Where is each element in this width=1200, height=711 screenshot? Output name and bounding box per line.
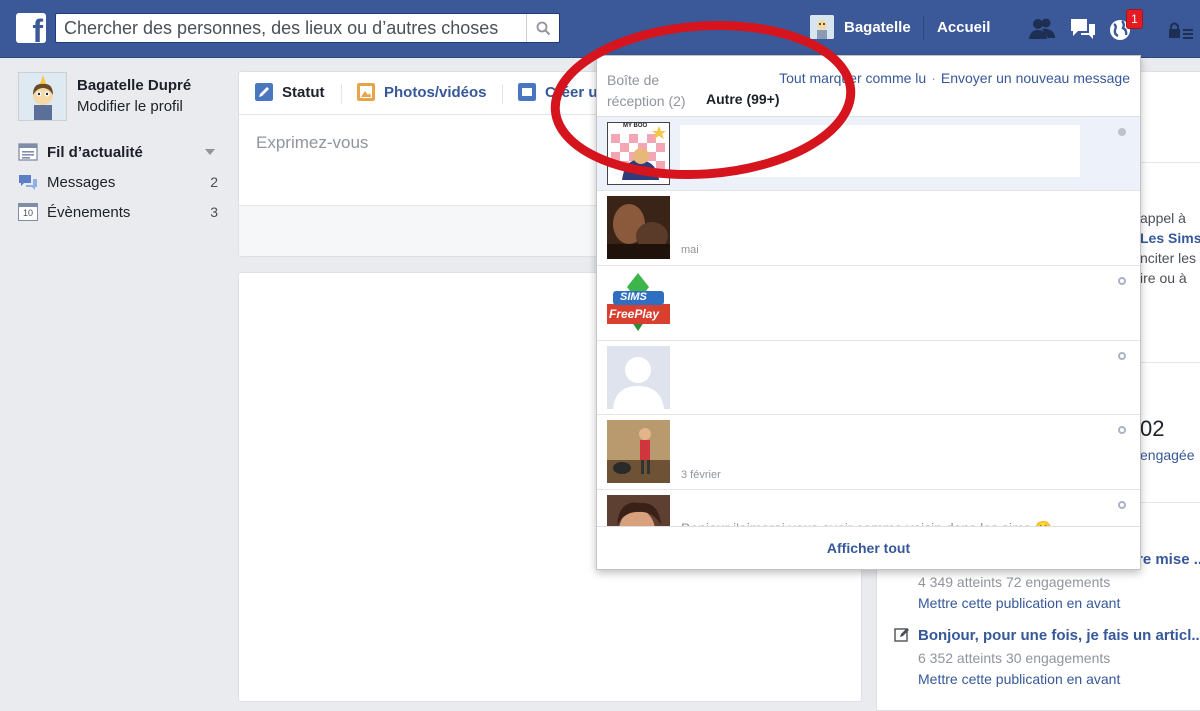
read-dot[interactable] — [1118, 501, 1126, 509]
sticker-caption: MY BOO — [623, 123, 648, 129]
sidebar-item-label: Messages — [47, 173, 116, 191]
post-stats: 4 349 atteints 72 engagements — [918, 574, 1111, 590]
friend-requests-button[interactable] — [1027, 15, 1057, 43]
top-bar: f Bagatelle Accueil — [0, 0, 1200, 58]
messages-dropdown: Boîte de réception (2) Autre (99+) Tout … — [596, 55, 1141, 570]
message-thread[interactable]: SIMS FreePlay — [597, 266, 1140, 341]
message-time: mai — [681, 244, 699, 256]
sidebar-item-events[interactable]: 10 Évènements 3 — [18, 201, 218, 223]
logo-text: SIMS — [620, 291, 647, 303]
stat-number: 02 — [1140, 416, 1165, 441]
sims-freeplay-logo: SIMS FreePlay — [607, 271, 670, 334]
message-content — [680, 125, 1080, 177]
tab-create[interactable]: Créer u — [518, 83, 598, 101]
sidebar-item-news-feed[interactable]: Fil d’actualité — [18, 141, 218, 163]
mark-all-read-link[interactable]: Tout marquer comme lu — [779, 70, 926, 86]
message-thread[interactable]: mai — [597, 191, 1140, 266]
right-snippet: appel à — [1140, 210, 1186, 226]
messages-icon — [1071, 19, 1095, 39]
message-thread[interactable]: Bonjour j'aimerai vous avoir comme voisi… — [597, 490, 1140, 528]
messages-icon — [19, 175, 37, 190]
search-box — [55, 13, 560, 43]
message-thread[interactable]: 3 février — [597, 415, 1140, 490]
messages-button[interactable] — [1068, 15, 1098, 43]
tab-inbox[interactable]: Boîte de réception (2) — [607, 70, 687, 112]
chevron-down-icon[interactable] — [205, 149, 215, 155]
right-page-link[interactable]: Les Sims — [1140, 230, 1200, 246]
tab-label: Photos/vidéos — [384, 83, 487, 101]
edit-profile-link[interactable]: Modifier le profil — [77, 98, 183, 115]
message-time: 3 février — [681, 469, 721, 481]
top-user-name: Bagatelle — [844, 18, 911, 36]
profile-avatar[interactable] — [18, 72, 67, 121]
promote-post-link[interactable]: Mettre cette publication en avant — [918, 671, 1120, 687]
profile-shortcut[interactable]: Bagatelle — [810, 15, 911, 39]
composer-input[interactable]: Exprimez-vous — [256, 133, 368, 153]
post-title[interactable]: re mise ... — [1137, 551, 1200, 568]
promote-post-link[interactable]: Mettre cette publication en avant — [918, 595, 1120, 611]
right-snippet: ire ou à — [1140, 270, 1187, 286]
friends-icon — [1029, 18, 1055, 39]
photo-icon — [357, 83, 375, 101]
profile-name[interactable]: Bagatelle Dupré — [77, 77, 191, 94]
read-dot[interactable] — [1118, 426, 1126, 434]
calendar-icon: 10 — [18, 203, 38, 221]
see-all-messages-link[interactable]: Afficher tout — [597, 526, 1140, 569]
tab-status[interactable]: Statut — [255, 83, 325, 101]
sidebar-item-label: Fil d’actualité — [47, 143, 143, 161]
logo-text: FreePlay — [609, 307, 660, 321]
sidebar-item-label: Évènements — [47, 203, 131, 221]
facebook-logo-icon[interactable]: f — [16, 13, 46, 43]
post-title[interactable]: Bonjour, pour une fois, je fais un artic… — [918, 627, 1200, 644]
message-thread[interactable]: MY BOO — [597, 117, 1140, 191]
sidebar-item-count: 2 — [210, 174, 218, 190]
home-link[interactable]: Accueil — [937, 19, 990, 36]
sims-character-thumbnail — [607, 420, 670, 483]
news-feed-icon — [18, 143, 38, 161]
new-message-link[interactable]: Envoyer un nouveau message — [941, 70, 1130, 86]
contact-photo — [607, 196, 670, 259]
edit-note-icon — [894, 628, 909, 642]
read-dot[interactable] — [1118, 352, 1126, 360]
search-input[interactable] — [56, 15, 526, 41]
separator: · — [931, 70, 936, 86]
privacy-shortcuts-button[interactable] — [1166, 15, 1196, 43]
pencil-icon — [255, 83, 273, 101]
divider — [923, 16, 924, 40]
post-stats: 6 352 atteints 30 engagements — [918, 650, 1111, 666]
read-dot[interactable] — [1118, 277, 1126, 285]
default-avatar — [607, 346, 670, 409]
tab-label: Créer u — [545, 83, 598, 101]
right-snippet: engagée — [1140, 447, 1195, 463]
right-snippet: nciter les — [1140, 250, 1197, 266]
search-icon — [536, 21, 550, 35]
avatar — [810, 15, 834, 39]
contact-photo — [607, 495, 670, 527]
divider — [502, 84, 503, 104]
dropdown-header: Boîte de réception (2) Autre (99+) Tout … — [597, 56, 1140, 117]
tab-other[interactable]: Autre (99+) — [706, 91, 780, 107]
sidebar-item-count: 3 — [210, 204, 218, 220]
search-button[interactable] — [526, 14, 559, 42]
tab-label: Statut — [282, 83, 325, 101]
sidebar-item-messages[interactable]: Messages 2 — [18, 171, 218, 193]
tab-photos-videos[interactable]: Photos/vidéos — [357, 83, 487, 101]
lock-menu-icon — [1169, 22, 1193, 39]
event-icon — [518, 83, 536, 101]
notification-badge: 1 — [1126, 9, 1143, 29]
dropdown-actions: Tout marquer comme lu · Envoyer un nouveau… — [779, 70, 1130, 86]
message-thread[interactable] — [597, 341, 1140, 415]
unread-dot[interactable] — [1118, 128, 1126, 136]
sticker-thumbnail: MY BOO — [607, 122, 670, 185]
divider — [341, 84, 342, 104]
